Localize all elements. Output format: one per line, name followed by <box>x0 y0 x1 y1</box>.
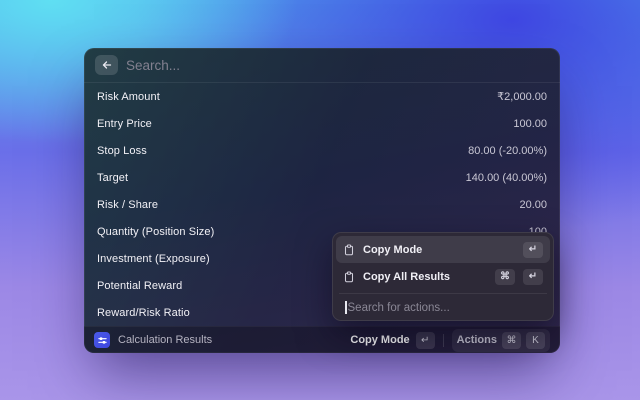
k-key-badge: K <box>526 332 545 349</box>
action-search-field[interactable] <box>336 294 550 321</box>
return-key-badge: ↵ <box>523 269 543 285</box>
status-source-label: Calculation Results <box>118 334 212 346</box>
menu-item-copy-mode[interactable]: Copy Mode ↵ <box>336 236 550 263</box>
actions-button[interactable]: Actions ⌘ K <box>452 329 550 352</box>
list-item[interactable]: Entry Price 100.00 <box>84 110 560 137</box>
result-label: Reward/Risk Ratio <box>97 307 190 319</box>
list-item[interactable]: Risk Amount ₹2,000.00 <box>84 83 560 110</box>
result-label: Risk Amount <box>97 91 160 103</box>
action-search-input[interactable] <box>348 302 542 314</box>
sliders-extension-icon <box>94 332 110 348</box>
primary-action-label: Copy Mode <box>350 334 409 346</box>
text-caret <box>345 301 347 314</box>
return-key-badge: ↵ <box>523 242 543 258</box>
back-button[interactable] <box>95 55 118 75</box>
result-value: 140.00 (40.00%) <box>466 172 547 184</box>
result-label: Potential Reward <box>97 280 182 292</box>
return-key-badge: ↵ <box>416 332 435 349</box>
result-value: 20.00 <box>519 199 547 211</box>
search-bar <box>84 48 560 83</box>
list-item[interactable]: Stop Loss 80.00 (-20.00%) <box>84 137 560 164</box>
status-bar: Calculation Results Copy Mode ↵ Actions … <box>84 326 560 353</box>
result-label: Risk / Share <box>97 199 158 211</box>
menu-item-copy-all-results[interactable]: Copy All Results ⌘ ↵ <box>336 263 550 290</box>
status-bar-divider <box>443 334 444 347</box>
launcher-window: Risk Amount ₹2,000.00 Entry Price 100.00… <box>84 48 560 353</box>
list-item[interactable]: Risk / Share 20.00 <box>84 191 560 218</box>
menu-item-label: Copy Mode <box>363 244 422 256</box>
clipboard-icon <box>343 271 355 283</box>
result-label: Stop Loss <box>97 145 147 157</box>
result-value: 80.00 (-20.00%) <box>468 145 547 157</box>
result-label: Entry Price <box>97 118 152 130</box>
result-label: Quantity (Position Size) <box>97 226 214 238</box>
action-menu-popup: Copy Mode ↵ Copy All Results ⌘ ↵ <box>332 232 554 321</box>
actions-label: Actions <box>457 334 497 346</box>
command-key-badge: ⌘ <box>502 332 521 349</box>
menu-item-label: Copy All Results <box>363 271 450 283</box>
result-value: 100.00 <box>513 118 547 130</box>
search-input[interactable] <box>126 58 549 73</box>
result-label: Investment (Exposure) <box>97 253 210 265</box>
list-item[interactable]: Target 140.00 (40.00%) <box>84 164 560 191</box>
command-key-badge: ⌘ <box>495 269 515 285</box>
clipboard-icon <box>343 244 355 256</box>
result-label: Target <box>97 172 128 184</box>
primary-action-button[interactable]: Copy Mode ↵ <box>350 332 434 349</box>
result-value: ₹2,000.00 <box>497 90 547 103</box>
arrow-left-icon <box>101 59 113 71</box>
desktop-background: Risk Amount ₹2,000.00 Entry Price 100.00… <box>0 0 640 400</box>
